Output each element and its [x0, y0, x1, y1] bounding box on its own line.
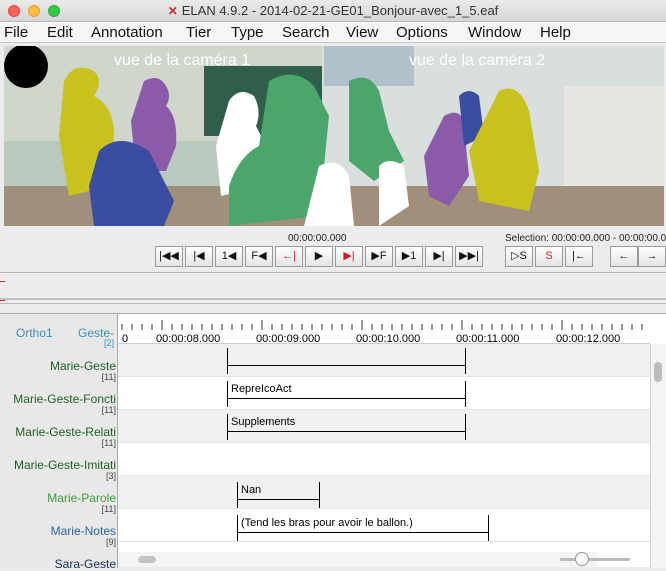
tier-count: [11] — [101, 372, 116, 382]
annotation-line — [228, 365, 465, 366]
tier-name: Marie-Parole — [47, 491, 116, 505]
menu-edit[interactable]: Edit — [47, 24, 73, 41]
time-info-row: 00:00:00.000 Selection: 00:00:00.000 - 0… — [0, 231, 666, 245]
menu-file[interactable]: File — [4, 24, 28, 41]
previous-scroll-view-button[interactable]: ←| — [275, 246, 303, 267]
window-title: ✕ ELAN 4.9.2 - 2014-02-21-GE01_Bonjour-av… — [167, 3, 499, 18]
tier-row-marie-geste-foncti[interactable]: RepreIcoAct — [118, 377, 650, 410]
arrow-left-button[interactable]: ← — [610, 246, 638, 267]
menu-search[interactable]: Search — [282, 24, 330, 41]
timeline-viewer: Ortho1 Geste- [2] 0 00:00:08.000 00:00:0… — [0, 313, 666, 571]
tier-name: Marie-Geste-Relati — [15, 425, 116, 439]
go-to-end-button[interactable]: ▶▶| — [455, 246, 483, 267]
horizontal-scroll-thumb[interactable] — [138, 556, 156, 563]
annotation[interactable]: Supplements — [227, 414, 466, 440]
menu-bar: File Edit Annotation Tier Type Search Vi… — [0, 22, 666, 43]
divider — [0, 272, 666, 273]
vertical-scroll-thumb[interactable] — [654, 362, 662, 382]
tier-row-marie-geste[interactable] — [118, 344, 650, 377]
geste-tier-count: [2] — [104, 338, 115, 348]
play-button[interactable]: ▶ — [305, 246, 333, 267]
vertical-scrollbar[interactable] — [650, 344, 666, 568]
annotation-text: Nan — [241, 484, 262, 496]
tier-row-marie-geste-relati[interactable]: Supplements — [118, 410, 650, 443]
video-viewer: vue de la caméra 1 vue de la caméra 2 — [0, 43, 666, 231]
tier-name: Marie-Geste — [49, 359, 116, 373]
annotation[interactable]: RepreIcoAct — [227, 381, 466, 407]
next-frame-step-button[interactable]: ▶| — [425, 246, 453, 267]
pixel-step-forward-button[interactable]: ▶1 — [395, 246, 423, 267]
annotation-line — [228, 431, 465, 432]
crosshair-marker — [0, 300, 5, 301]
tier-row-marie-notes[interactable]: (Tend les bras pour avoir le ballon.) — [118, 509, 650, 542]
tier-name: Marie-Geste-Imitati — [13, 458, 116, 472]
ortho-tier-label[interactable]: Ortho1 — [16, 326, 53, 340]
previous-frame-step-button[interactable]: |◀ — [185, 246, 213, 267]
video-frame[interactable]: vue de la caméra 1 vue de la caméra 2 — [4, 46, 664, 226]
tier-row-marie-geste-imitati[interactable] — [118, 443, 650, 476]
clear-selection-button[interactable]: S — [535, 246, 563, 267]
menu-window[interactable]: Window — [468, 24, 521, 41]
annotation-line — [228, 398, 465, 399]
zoom-slider-knob[interactable] — [575, 552, 589, 566]
menu-type[interactable]: Type — [231, 24, 264, 41]
selection-display: Selection: 00:00:00.000 - 00:00:00.000 — [505, 233, 666, 244]
annotation[interactable] — [227, 348, 466, 374]
annotation-line — [238, 499, 319, 500]
horizontal-scrollbar[interactable] — [118, 552, 598, 567]
selection-mode-button[interactable]: |← — [565, 246, 593, 267]
tier-count: [11] — [101, 504, 116, 514]
tier-name: Marie-Notes — [50, 524, 116, 538]
menu-options[interactable]: Options — [396, 24, 448, 41]
tier-count: [11] — [101, 438, 116, 448]
tier-name: Sara-Geste — [54, 557, 116, 571]
tier-count: [3] — [105, 471, 116, 481]
time-ruler[interactable]: 0 00:00:08.000 00:00:09.000 00:00:10.000… — [118, 314, 653, 345]
overview-ruler-ticks — [0, 298, 666, 300]
menu-tier[interactable]: Tier — [186, 24, 211, 41]
menu-help[interactable]: Help — [540, 24, 571, 41]
tier-row-marie-parole[interactable]: Nan — [118, 476, 650, 509]
tier-name: Marie-Geste-Foncti — [13, 392, 116, 406]
camera1-label: vue de la caméra 1 — [114, 52, 251, 69]
frame-back-button[interactable]: F◀ — [245, 246, 273, 267]
elan-icon: ✕ — [167, 4, 178, 18]
tier-count: [11] — [101, 405, 116, 415]
play-selection-s-button[interactable]: ▷S — [505, 246, 533, 267]
arrow-right-button[interactable]: → — [638, 246, 666, 267]
menu-view[interactable]: View — [346, 24, 378, 41]
go-to-begin-button[interactable]: |◀◀ — [155, 246, 183, 267]
media-controls: |◀◀ |◀ 1◀ F◀ ←| ▶ ▶| ▶F ▶1 ▶| ▶▶| ▷S S |… — [0, 246, 666, 268]
annotation-area[interactable]: RepreIcoAct Supplements Nan (Tend les br… — [118, 344, 650, 552]
title-bar: ✕ ELAN 4.9.2 - 2014-02-21-GE01_Bonjour-av… — [0, 0, 666, 22]
crosshair-marker — [0, 281, 5, 282]
annotation[interactable]: (Tend les bras pour avoir le ballon.) — [237, 515, 489, 541]
zoom-slider-track[interactable] — [560, 558, 630, 561]
current-time-display: 00:00:00.000 — [288, 233, 347, 244]
annotation-line — [238, 532, 488, 533]
tier-count: [9] — [105, 537, 116, 547]
frame-forward-button[interactable]: ▶F — [365, 246, 393, 267]
overview-ruler[interactable] — [0, 290, 666, 300]
video-image — [4, 46, 664, 226]
pixel-step-back-button[interactable]: 1◀ — [215, 246, 243, 267]
divider — [0, 303, 666, 304]
play-selection-button[interactable]: ▶| — [335, 246, 363, 267]
menu-annotation[interactable]: Annotation — [91, 24, 163, 41]
annotation-text: Supplements — [231, 416, 296, 428]
annotation-text: (Tend les bras pour avoir le ballon.) — [241, 517, 413, 529]
annotation[interactable]: Nan — [237, 482, 320, 508]
camera2-label: vue de la caméra 2 — [409, 52, 546, 69]
annotation-text: RepreIcoAct — [231, 383, 292, 395]
